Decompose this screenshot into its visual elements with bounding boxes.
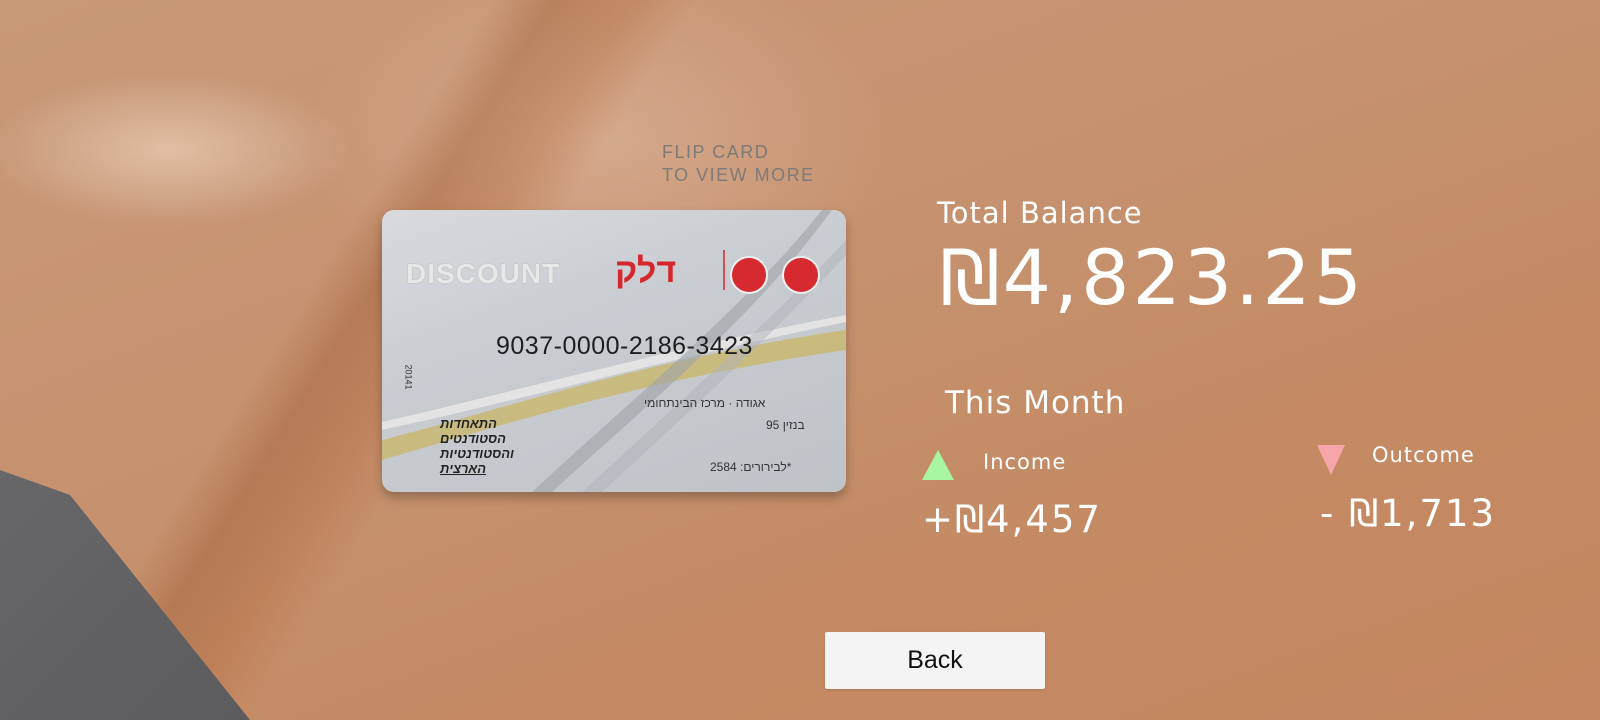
card-brand-hebrew: דלק <box>615 252 677 290</box>
card-side-code: 20141 <box>403 364 414 390</box>
card-detail-line3: לבירורים: 2584* <box>710 460 792 474</box>
income-arrow-up-icon <box>922 450 954 480</box>
card-org-line1: התאחדות <box>440 416 497 431</box>
flip-hint-line2: TO VIEW MORE <box>662 165 815 185</box>
income-label: Income <box>983 450 1067 474</box>
card-org-line3: והסטודנטיות <box>440 446 514 461</box>
brand-logo-icon <box>730 256 768 294</box>
card-org-line2: הסטודנטים <box>440 431 506 446</box>
card-detail-line1: אגודה · מרכז הבינתחומי <box>644 396 766 410</box>
income-value: +₪4,457 <box>922 498 1102 541</box>
flip-card-hint: FLIP CARD TO VIEW MORE <box>662 141 815 187</box>
card-org-line4: הארצית <box>440 461 487 476</box>
card-brand: DISCOUNT <box>406 258 561 289</box>
flip-hint-line1: FLIP CARD <box>662 142 770 162</box>
outcome-value: - ₪1,713 <box>1320 492 1497 535</box>
this-month-label: This Month <box>945 385 1126 421</box>
outcome-label: Outcome <box>1372 443 1475 467</box>
floor-area <box>0 470 250 720</box>
card-org-text: התאחדות הסטודנטים והסטודנטיות הארצית <box>440 416 514 476</box>
total-balance-label: Total Balance <box>937 196 1143 230</box>
card-detail-line2: בנזין 95 <box>766 418 805 432</box>
partner-logo-icon <box>782 256 820 294</box>
card-number: 9037-0000-2186-3423 <box>496 332 753 360</box>
credit-card[interactable]: DISCOUNT דלק 9037-0000-2186-3423 20141 א… <box>382 210 846 492</box>
outcome-arrow-down-icon <box>1317 445 1345 475</box>
total-balance-value: ₪4,823.25 <box>940 233 1366 322</box>
back-button[interactable]: Back <box>825 632 1045 689</box>
